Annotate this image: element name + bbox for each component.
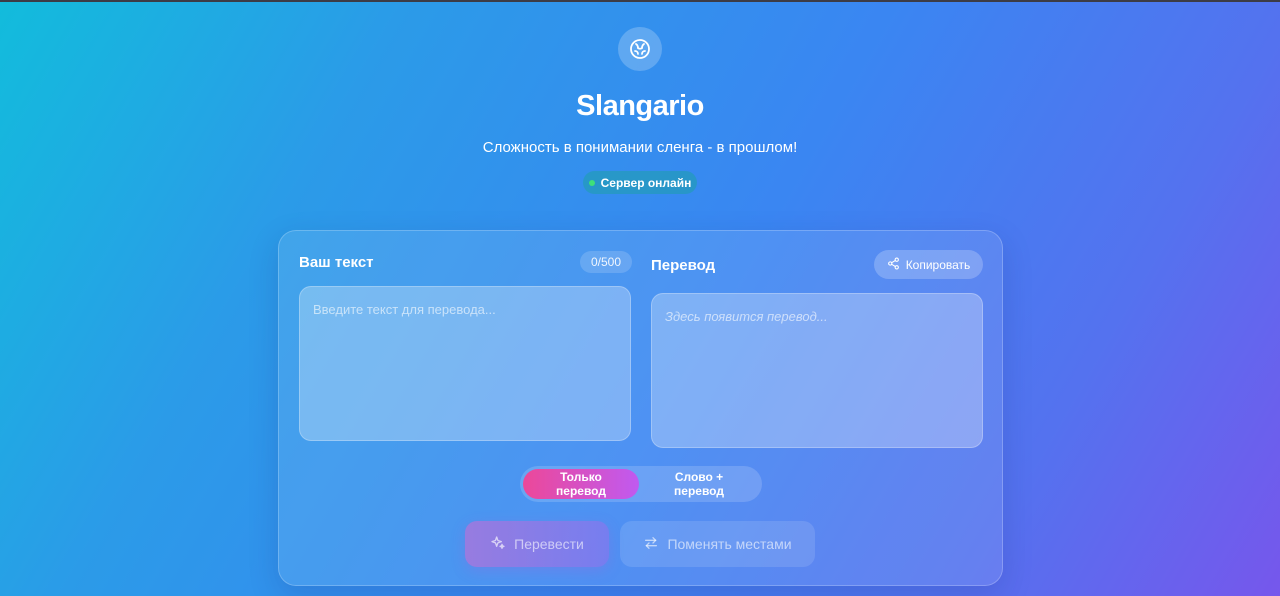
char-counter: 0/500 [580,251,632,273]
translation-output: Здесь появится перевод... [651,293,983,448]
input-label: Ваш текст [299,254,374,271]
app-title: Slangario [576,90,704,122]
swap-arrows-icon [643,535,659,554]
translate-button-label: Перевести [514,536,584,552]
mode-word-plus-translation[interactable]: Слово + перевод [639,469,759,499]
translation-placeholder: Здесь появится перевод... [665,309,828,324]
translate-button[interactable]: Перевести [465,521,609,567]
swap-button[interactable]: Поменять местами [620,521,815,567]
copy-button-label: Копировать [905,257,971,272]
swap-button-label: Поменять местами [667,536,792,552]
status-dot [588,179,595,186]
brain-icon [618,27,662,71]
output-label: Перевод [651,257,716,274]
mode-translation-only[interactable]: Только перевод [523,469,639,499]
server-status-badge: Сервер онлайн [583,171,697,194]
source-text-input[interactable] [299,286,631,441]
status-text: Сервер онлайн [600,175,692,190]
copy-button[interactable]: Копировать [874,250,983,279]
share-icon [887,257,900,273]
window-top-border [0,0,1280,2]
app-tagline: Сложность в понимании сленга - в прошлом… [482,139,798,156]
sparkles-icon [490,535,506,554]
translator-card: Ваш текст 0/500 Перевод Копировать Здесь… [278,230,1003,586]
mode-toggle: Только перевод Слово + перевод [520,466,762,502]
